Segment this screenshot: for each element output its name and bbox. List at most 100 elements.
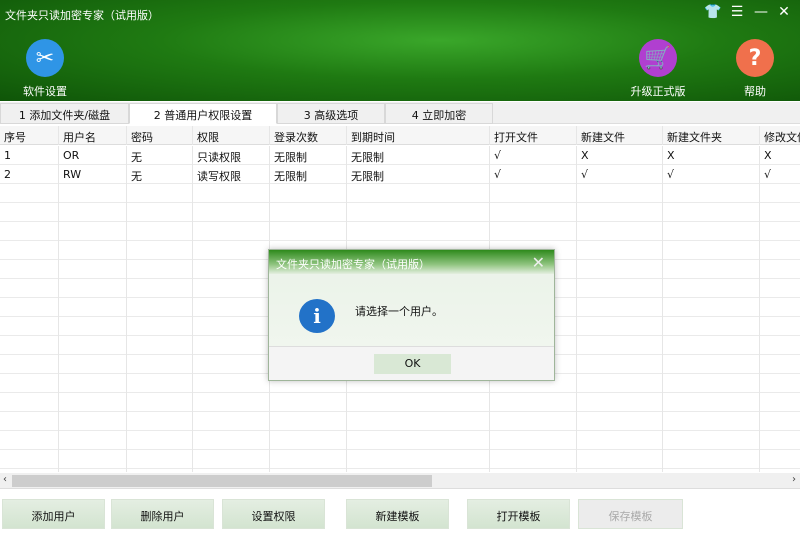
empty-row[interactable] xyxy=(0,393,800,412)
ok-button[interactable]: OK xyxy=(374,354,451,374)
table-cell: 读写权限 xyxy=(193,165,270,184)
table-cell xyxy=(59,222,127,241)
table-cell xyxy=(577,336,663,355)
table-cell xyxy=(0,184,59,203)
cart-icon: 🛒 xyxy=(639,39,677,77)
dialog-close-icon[interactable]: ✕ xyxy=(532,253,545,272)
help-button[interactable]: ? 帮助 xyxy=(730,39,780,99)
empty-row[interactable] xyxy=(0,412,800,431)
table-cell xyxy=(577,279,663,298)
table-cell xyxy=(127,222,193,241)
table-cell xyxy=(0,336,59,355)
delete-user-button[interactable]: 删除用户 xyxy=(111,499,214,529)
upgrade-label: 升级正式版 xyxy=(630,85,686,98)
table-cell xyxy=(270,203,347,222)
table-cell: 只读权限 xyxy=(193,146,270,165)
table-cell xyxy=(663,184,760,203)
table-cell: √ xyxy=(490,165,577,184)
horizontal-scrollbar[interactable]: ‹ › xyxy=(0,473,800,489)
set-permission-button[interactable]: 设置权限 xyxy=(222,499,325,529)
open-template-button[interactable]: 打开模板 xyxy=(467,499,570,529)
column-header: 新建文件夹 xyxy=(663,126,760,145)
tab-advanced[interactable]: 3 高级选项 xyxy=(277,103,385,124)
empty-row[interactable] xyxy=(0,184,800,203)
table-cell xyxy=(0,393,59,412)
table-cell xyxy=(490,412,577,431)
scroll-thumb[interactable] xyxy=(12,475,432,487)
table-cell xyxy=(0,431,59,450)
tab-add-folder[interactable]: 1 添加文件夹/磁盘 xyxy=(0,103,129,124)
new-template-button[interactable]: 新建模板 xyxy=(346,499,449,529)
table-header-row: 序号用户名密码权限登录次数到期时间打开文件新建文件新建文件夹修改文件 xyxy=(0,126,800,145)
table-cell xyxy=(59,298,127,317)
table-cell: 无限制 xyxy=(347,146,490,165)
table-cell xyxy=(193,374,270,393)
table-cell xyxy=(760,374,800,393)
empty-row[interactable] xyxy=(0,450,800,469)
add-user-button[interactable]: 添加用户 xyxy=(2,499,105,529)
table-cell xyxy=(193,431,270,450)
table-cell xyxy=(760,279,800,298)
table-cell xyxy=(663,241,760,260)
table-cell xyxy=(59,393,127,412)
column-header: 登录次数 xyxy=(270,126,347,145)
table-cell xyxy=(577,203,663,222)
table-cell xyxy=(347,222,490,241)
table-row[interactable]: 2 RW 无读写权限 无限制 无限制 √ √ √ √ xyxy=(0,165,800,184)
tab-bar: 1 添加文件夹/磁盘 2 普通用户权限设置 3 高级选项 4 立即加密 xyxy=(0,102,800,124)
table-cell xyxy=(760,203,800,222)
table-cell xyxy=(127,374,193,393)
table-cell: 无 xyxy=(127,165,193,184)
table-cell xyxy=(760,393,800,412)
column-header: 用户名 xyxy=(59,126,127,145)
table-cell xyxy=(193,203,270,222)
upgrade-button[interactable]: 🛒 升级正式版 xyxy=(624,39,692,99)
table-cell xyxy=(59,279,127,298)
table-cell xyxy=(577,412,663,431)
table-cell: 无限制 xyxy=(270,146,347,165)
minimize-icon[interactable]: — xyxy=(751,4,771,20)
table-cell xyxy=(760,336,800,355)
table-cell xyxy=(193,241,270,260)
table-cell xyxy=(577,184,663,203)
close-icon[interactable]: ✕ xyxy=(774,4,794,20)
table-cell xyxy=(270,184,347,203)
table-cell xyxy=(577,222,663,241)
table-cell xyxy=(490,431,577,450)
column-header: 密码 xyxy=(127,126,193,145)
tab-user-permissions[interactable]: 2 普通用户权限设置 xyxy=(129,103,277,124)
scroll-right-icon[interactable]: › xyxy=(792,474,796,485)
table-row[interactable]: 1 OR 无只读权限 无限制 无限制 √ X X X xyxy=(0,146,800,165)
table-cell xyxy=(127,298,193,317)
table-cell xyxy=(490,450,577,469)
table-cell xyxy=(59,374,127,393)
table-cell: 无 xyxy=(127,146,193,165)
column-header: 新建文件 xyxy=(577,126,663,145)
table-cell xyxy=(490,184,577,203)
table-cell xyxy=(127,450,193,469)
menu-icon[interactable]: ☰ xyxy=(727,4,747,20)
table-cell xyxy=(760,450,800,469)
tab-encrypt-now[interactable]: 4 立即加密 xyxy=(385,103,493,124)
table-cell xyxy=(577,450,663,469)
settings-button[interactable]: ✂ 软件设置 xyxy=(15,39,75,99)
empty-row[interactable] xyxy=(0,469,800,472)
table-cell xyxy=(127,431,193,450)
empty-row[interactable] xyxy=(0,203,800,222)
table-cell xyxy=(760,317,800,336)
skin-icon[interactable]: 👕 xyxy=(703,4,723,20)
empty-row[interactable] xyxy=(0,431,800,450)
table-cell xyxy=(59,184,127,203)
settings-label: 软件设置 xyxy=(23,85,67,98)
table-cell xyxy=(127,412,193,431)
help-label: 帮助 xyxy=(744,85,766,98)
empty-row[interactable] xyxy=(0,222,800,241)
table-cell xyxy=(59,241,127,260)
table-cell xyxy=(270,431,347,450)
table-cell xyxy=(193,336,270,355)
column-header: 到期时间 xyxy=(347,126,490,145)
scroll-left-icon[interactable]: ‹ xyxy=(3,474,7,485)
table-cell xyxy=(59,260,127,279)
table-cell xyxy=(663,431,760,450)
table-cell xyxy=(193,355,270,374)
